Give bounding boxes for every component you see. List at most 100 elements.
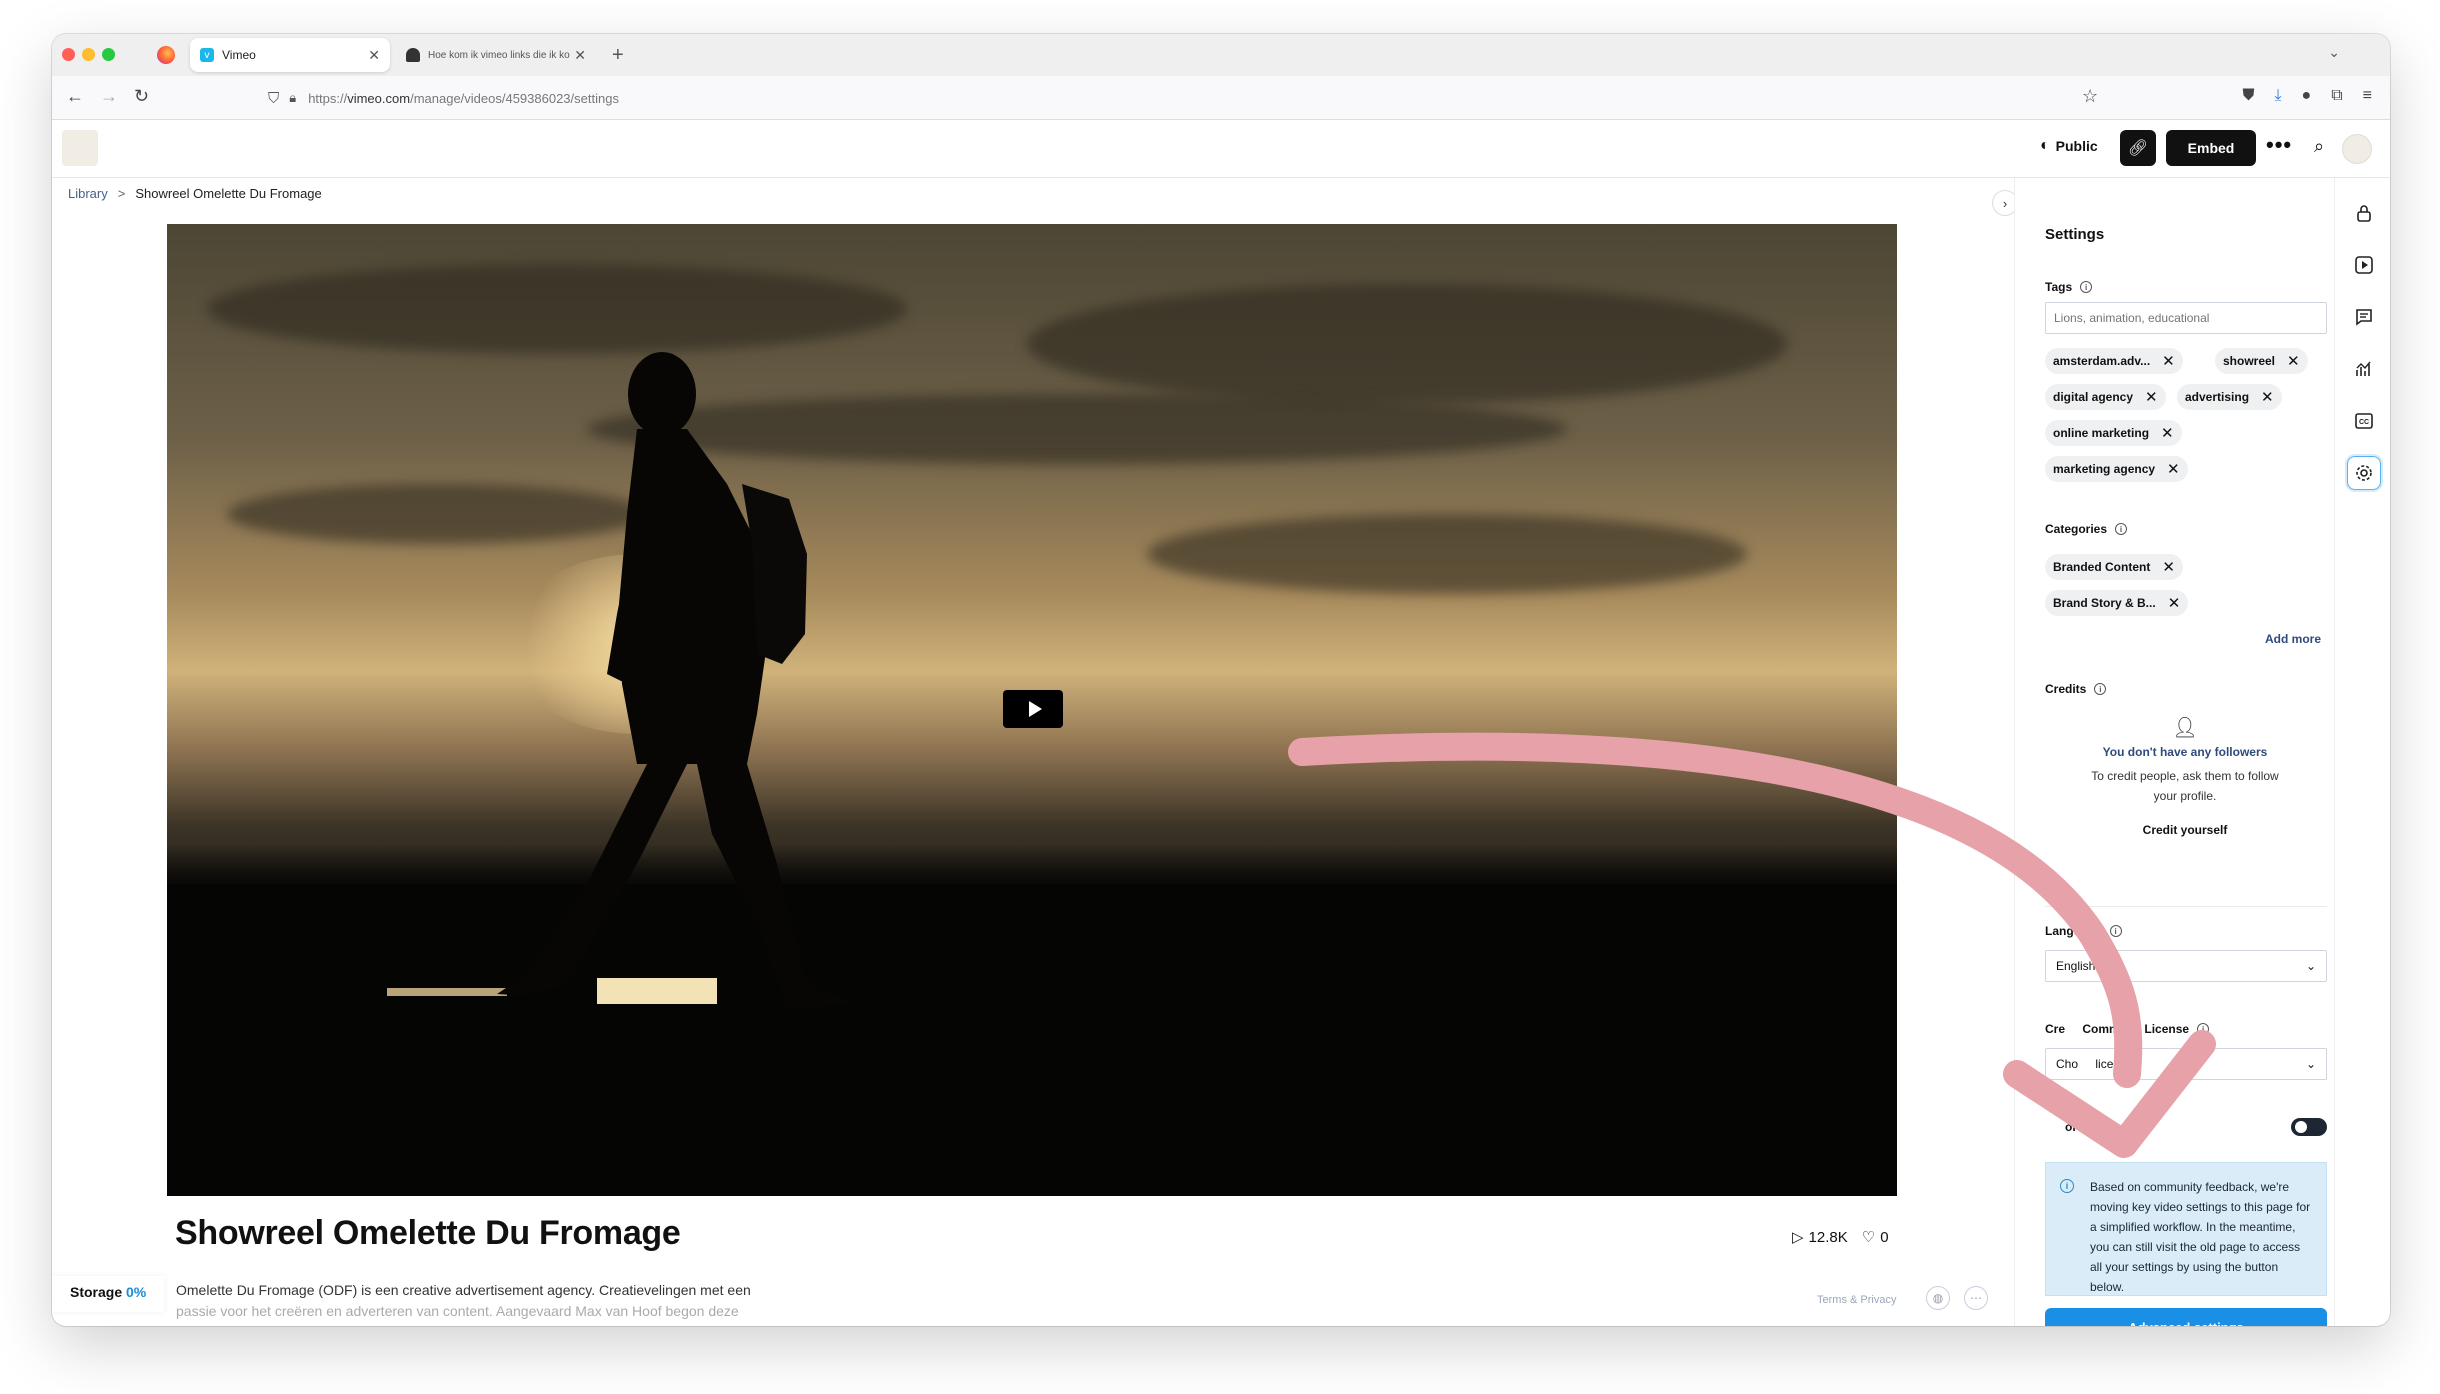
info-icon[interactable]: i — [2115, 523, 2128, 535]
remove-tag-icon[interactable]: ✕ — [2287, 352, 2300, 370]
accessibility-icon[interactable]: ◍ — [1926, 1286, 1950, 1310]
tab-strip: v Vimeo ✕ Hoe kom ik vimeo links die ik … — [52, 34, 2390, 76]
more-options-button[interactable]: ••• — [2266, 132, 2292, 158]
chevron-down-icon[interactable]: ⌄ — [2328, 44, 2340, 61]
copy-link-button[interactable]: 🔗︎ — [2120, 130, 2156, 166]
terms-privacy-link[interactable]: Terms & Privacy — [1817, 1294, 1896, 1306]
tags-label-text: Tags — [2045, 280, 2073, 294]
comment-icon[interactable] — [2347, 300, 2381, 334]
tab-vimeo[interactable]: v Vimeo ✕ — [190, 38, 390, 72]
firefox-icon[interactable] — [157, 46, 175, 64]
vimeo-favicon-icon: v — [200, 48, 214, 62]
language-label-text: Language — [2045, 924, 2102, 938]
tag-chip[interactable]: amsterdam.adv... ✕ — [2045, 348, 2183, 374]
chevron-down-icon: ⌄ — [2305, 1057, 2316, 1071]
storage-percent: 0% — [126, 1284, 147, 1300]
new-tab-icon[interactable]: + — [612, 44, 624, 67]
minimize-window-button[interactable] — [82, 48, 95, 61]
forward-arrow-icon[interactable]: → — [100, 86, 118, 107]
likes-stat: ♡ 0 — [1861, 1228, 1889, 1247]
record-toggle[interactable] — [2291, 1118, 2327, 1136]
pocket-icon[interactable]: ⛊ — [2242, 87, 2254, 105]
credits-empty-state: 👤︎ You don't have any followers To credi… — [2055, 718, 2315, 840]
url-path: /manage/videos/459386023/settings — [410, 90, 619, 106]
credits-label-text: Credits — [2045, 682, 2087, 696]
breadcrumb-separator: > — [117, 186, 126, 201]
info-icon[interactable]: i — [2109, 925, 2122, 937]
heart-icon: ♡ — [1861, 1229, 1876, 1246]
lock-icon[interactable]: 🔒︎ — [289, 90, 296, 106]
info-notice: i Based on community feedback, we're mov… — [2045, 1162, 2327, 1296]
info-icon[interactable]: i — [2197, 1023, 2210, 1035]
add-more-link[interactable]: Add more — [2265, 632, 2321, 646]
tab-title: Vimeo — [222, 48, 256, 62]
person-icon: 👤︎ — [2172, 717, 2198, 739]
browser-window: v Vimeo ✕ Hoe kom ik vimeo links die ik … — [52, 34, 2390, 1326]
breadcrumb-library-link[interactable]: Library — [68, 186, 108, 201]
remove-tag-icon[interactable]: ✕ — [2261, 388, 2274, 406]
bookmark-star-icon[interactable]: ☆ — [2082, 86, 2098, 107]
close-window-button[interactable] — [62, 48, 75, 61]
play-icon[interactable] — [2347, 248, 2381, 282]
remove-tag-icon[interactable]: ✕ — [2145, 388, 2158, 406]
download-icon[interactable]: ⤓ — [2274, 87, 2281, 105]
advanced-settings-button[interactable]: Advanced settings — [2045, 1308, 2327, 1326]
tab-close-icon[interactable]: ✕ — [368, 47, 380, 64]
shield-icon[interactable]: ⛉ — [268, 90, 279, 107]
category-chip[interactable]: Brand Story & B... ✕ — [2045, 590, 2189, 616]
tag-label: digital agency — [2053, 390, 2134, 404]
tag-chip[interactable]: showreel ✕ — [2215, 348, 2308, 374]
info-icon[interactable]: i — [2080, 281, 2093, 293]
tag-chip[interactable]: digital agency ✕ — [2045, 384, 2166, 410]
avatar[interactable] — [2342, 134, 2372, 164]
captions-icon[interactable]: CC — [2347, 404, 2381, 438]
tag-label: amsterdam.adv... — [2053, 354, 2151, 368]
tag-chip[interactable]: marketing agency ✕ — [2045, 456, 2188, 482]
tags-label: Tags i — [2045, 280, 2327, 294]
play-button[interactable] — [1003, 690, 1063, 728]
language-value: English — [2056, 959, 2096, 973]
video-player[interactable] — [167, 224, 1897, 1196]
url-bar[interactable]: ⛉ 🔒︎ https:// vimeo.com /manage/videos/4… — [268, 83, 2168, 113]
category-label: Branded Content — [2053, 560, 2151, 574]
tab-close-icon[interactable]: ✕ — [574, 47, 586, 64]
toolbar-icons: ⛊ ⤓ ● ⧉ ≡ — [2242, 87, 2372, 105]
menu-icon[interactable]: ≡ — [2363, 87, 2372, 105]
tags-input[interactable] — [2045, 302, 2327, 334]
license-select[interactable]: Cho license ⌄ — [2045, 1048, 2327, 1080]
tag-chip[interactable]: online marketing ✕ — [2045, 420, 2182, 446]
settings-title: Settings — [2045, 226, 2105, 243]
remove-tag-icon[interactable]: ✕ — [2162, 352, 2175, 370]
settings-icon[interactable] — [2347, 456, 2381, 490]
settings-panel: Settings Tags i amsterdam.adv... ✕ showre… — [2014, 178, 2334, 1326]
back-arrow-icon[interactable]: ← — [66, 86, 84, 107]
remove-category-icon[interactable]: ✕ — [2162, 558, 2175, 576]
tag-label: online marketing — [2053, 426, 2150, 440]
language-select[interactable]: English ⌄ — [2045, 950, 2327, 982]
tab-question[interactable]: Hoe kom ik vimeo links die ik ko ✕ — [396, 38, 596, 72]
play-icon — [1028, 701, 1042, 717]
credit-yourself-button[interactable]: Credit yourself — [2055, 820, 2315, 840]
remove-category-icon[interactable]: ✕ — [2168, 594, 2181, 612]
lock-icon[interactable] — [2347, 196, 2381, 230]
video-description[interactable]: Omelette Du Fromage (ODF) is een creativ… — [176, 1280, 816, 1322]
remove-tag-icon[interactable]: ✕ — [2161, 424, 2174, 442]
more-icon[interactable]: ⋯ — [1964, 1286, 1988, 1310]
puzzle-icon[interactable]: ⧉ — [2331, 87, 2342, 105]
tag-label: showreel — [2223, 354, 2276, 368]
zoom-window-button[interactable] — [102, 48, 115, 61]
info-icon[interactable]: i — [2094, 683, 2107, 695]
embed-button[interactable]: Embed — [2166, 130, 2256, 166]
privacy-public-button[interactable]: ◐ Public — [2040, 137, 2098, 155]
search-icon[interactable]: ⌕ — [2314, 136, 2324, 157]
category-chip[interactable]: Branded Content ✕ — [2045, 554, 2183, 580]
analytics-icon[interactable] — [2347, 352, 2381, 386]
video-title[interactable]: Showreel Omelette Du Fromage — [175, 1214, 681, 1253]
storage-indicator[interactable]: Storage 0% — [52, 1276, 165, 1312]
tag-chip[interactable]: advertising ✕ — [2177, 384, 2282, 410]
reload-icon[interactable]: ↻ — [134, 86, 149, 107]
remove-tag-icon[interactable]: ✕ — [2167, 460, 2180, 478]
brand-logo[interactable] — [62, 130, 98, 166]
extension-icon[interactable]: ● — [2302, 87, 2312, 105]
app-header: ◐ Public 🔗︎ Embed ••• ⌕ — [52, 120, 2390, 178]
